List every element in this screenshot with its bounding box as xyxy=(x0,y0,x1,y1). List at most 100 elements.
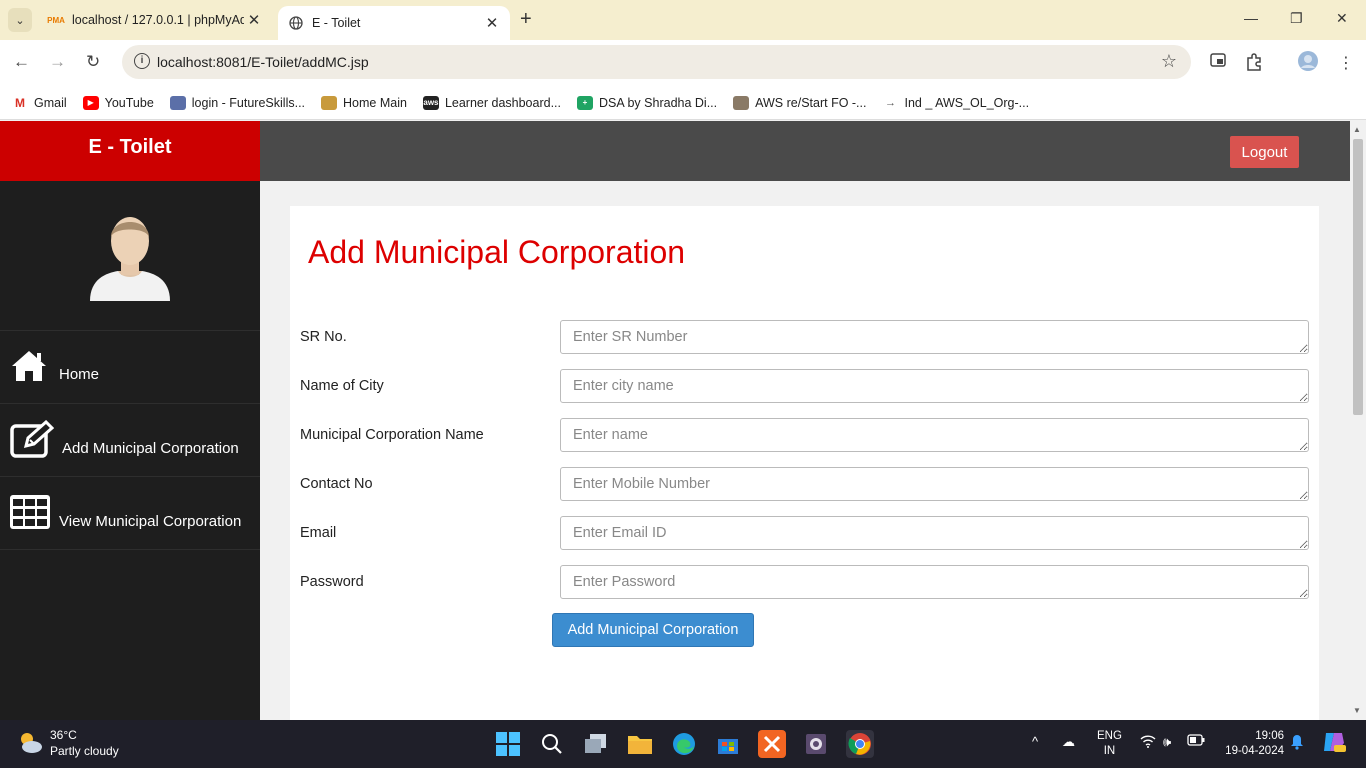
menu-kebab-icon[interactable]: ⋮ xyxy=(1338,53,1354,73)
site-info-icon[interactable]: i xyxy=(134,53,150,69)
tab-e-toilet[interactable]: E - Toilet ✕ xyxy=(278,6,510,40)
battery-icon[interactable] xyxy=(1187,734,1205,749)
minimize-icon[interactable]: — xyxy=(1244,10,1258,26)
bookmark-label: Learner dashboard... xyxy=(444,95,561,110)
file-explorer-icon[interactable] xyxy=(626,730,654,758)
microsoft-store-icon[interactable] xyxy=(714,730,742,758)
tab-search-button[interactable]: ⌄ xyxy=(8,8,32,32)
bookmark-label: AWS re/Start FO -... xyxy=(755,95,867,110)
scroll-up-icon[interactable]: ▲ xyxy=(1353,125,1361,134)
show-hidden-icons-icon[interactable]: ^ xyxy=(1032,734,1038,749)
clock-time: 19:06 xyxy=(1255,730,1284,742)
bookmark-ind-aws[interactable]: → Ind _ AWS_OL_Org-... xyxy=(882,96,1029,110)
partly-cloudy-icon[interactable] xyxy=(16,728,44,756)
table-icon xyxy=(10,495,50,529)
main-content: Add Municipal Corporation SR No. Name of… xyxy=(260,181,1350,720)
profile-avatar[interactable] xyxy=(1297,50,1319,77)
edge-icon[interactable] xyxy=(670,730,698,758)
bookmark-home-main[interactable]: Home Main xyxy=(321,95,407,110)
volume-icon[interactable]: 🕪 xyxy=(1163,734,1171,750)
sidebar-item-view-municipal-corporation[interactable]: View Municipal Corporation xyxy=(0,477,260,550)
close-icon[interactable]: ✕ xyxy=(244,11,264,29)
tab-phpmyadmin[interactable]: PMA localhost / 127.0.0.1 | phpMyAdmin ✕ xyxy=(40,0,272,40)
scroll-down-icon[interactable]: ▼ xyxy=(1353,706,1361,715)
sr-no-input[interactable] xyxy=(560,320,1309,354)
search-icon[interactable] xyxy=(538,730,566,758)
bookmark-dsa[interactable]: + DSA by Shradha Di... xyxy=(577,95,718,110)
password-input[interactable] xyxy=(560,565,1309,599)
close-icon[interactable]: ✕ xyxy=(482,14,502,32)
onedrive-icon[interactable]: ☁ xyxy=(1062,734,1075,750)
city-input[interactable] xyxy=(560,369,1309,403)
sidebar-item-home[interactable]: Home xyxy=(0,331,260,404)
aws-restart-icon xyxy=(733,95,750,110)
picture-in-picture-icon[interactable] xyxy=(1210,53,1226,72)
add-municipal-corporation-button[interactable]: Add Municipal Corporation xyxy=(552,613,754,647)
page-title: Add Municipal Corporation xyxy=(308,234,686,270)
sidebar-item-label: Add Municipal Corporation xyxy=(62,440,239,457)
app-viewport: E - Toilet Home Add Municipal Corporatio… xyxy=(0,121,1350,720)
bookmark-youtube[interactable]: ▶ YouTube xyxy=(82,95,154,110)
weather-temperature[interactable]: 36°C xyxy=(50,728,77,742)
bookmark-label: YouTube xyxy=(104,95,154,110)
logout-button[interactable]: Logout xyxy=(1230,136,1299,168)
bookmark-label: Ind _ AWS_OL_Org-... xyxy=(904,95,1030,110)
forward-icon[interactable]: → xyxy=(49,52,66,72)
globe-icon xyxy=(288,15,304,31)
xampp-icon[interactable] xyxy=(758,730,786,758)
address-bar[interactable]: i localhost:8081/E-Toilet/addMC.jsp ☆ xyxy=(122,45,1191,79)
sidebar: E - Toilet Home Add Municipal Corporatio… xyxy=(0,121,260,720)
aws-icon: aws xyxy=(422,95,439,110)
back-icon[interactable]: ← xyxy=(13,52,30,72)
clock-date: 19-04-2024 xyxy=(1225,745,1284,757)
bookmark-label: Home Main xyxy=(343,95,407,110)
weather-description[interactable]: Partly cloudy xyxy=(50,744,119,758)
form-card: Add Municipal Corporation SR No. Name of… xyxy=(290,206,1319,720)
email-input[interactable] xyxy=(560,516,1309,550)
chrome-icon[interactable] xyxy=(846,730,874,758)
corporation-name-label: Municipal Corporation Name xyxy=(300,427,484,443)
clock[interactable]: 19:06 19-04-2024 xyxy=(1218,729,1284,759)
eclipse-ide-icon[interactable] xyxy=(802,730,830,758)
bookmark-star-icon[interactable]: ☆ xyxy=(1161,51,1177,72)
futureskills-icon xyxy=(169,95,186,110)
tab-title: E - Toilet xyxy=(312,16,361,30)
region-code: IN xyxy=(1103,745,1116,757)
bookmark-learner-dashboard[interactable]: aws Learner dashboard... xyxy=(422,95,561,110)
bookmark-futureskills[interactable]: login - FutureSkills... xyxy=(169,95,305,110)
email-label: Email xyxy=(300,525,337,541)
sheets-icon: + xyxy=(577,95,593,110)
scroll-thumb[interactable] xyxy=(1353,139,1363,415)
form-row-password: Password xyxy=(290,565,1319,623)
corporation-name-input[interactable] xyxy=(560,418,1309,452)
bookmark-label: Gmail xyxy=(34,95,67,110)
password-label: Password xyxy=(300,574,364,590)
sidebar-item-label: View Municipal Corporation xyxy=(59,513,242,530)
browser-toolbar: ← → ↻ i localhost:8081/E-Toilet/addMC.js… xyxy=(0,40,1366,86)
window-close-icon[interactable]: ✕ xyxy=(1336,10,1348,27)
new-tab-icon[interactable]: + xyxy=(520,8,532,31)
top-bar: Logout xyxy=(260,121,1350,181)
restore-icon[interactable]: ❐ xyxy=(1290,10,1303,27)
task-view-icon[interactable] xyxy=(582,730,610,758)
bookmark-gmail[interactable]: M Gmail xyxy=(12,95,67,110)
edit-icon xyxy=(10,420,54,458)
reload-icon[interactable]: ↻ xyxy=(86,52,100,72)
youtube-icon: ▶ xyxy=(82,95,99,110)
extensions-icon[interactable] xyxy=(1245,53,1263,76)
user-avatar-icon xyxy=(90,217,170,301)
wifi-icon[interactable] xyxy=(1140,734,1156,751)
url-text[interactable]: localhost:8081/E-Toilet/addMC.jsp xyxy=(157,54,369,70)
home-icon xyxy=(12,351,46,381)
notifications-bell-icon[interactable] xyxy=(1290,734,1304,753)
language-indicator[interactable]: ENG IN xyxy=(1097,729,1122,759)
page-scrollbar[interactable]: ▲ ▼ xyxy=(1350,121,1366,720)
contact-input[interactable] xyxy=(560,467,1309,501)
pma-favicon-icon: PMA xyxy=(47,15,65,25)
bookmark-aws-restart[interactable]: AWS re/Start FO -... xyxy=(733,95,867,110)
city-label: Name of City xyxy=(300,378,384,394)
copilot-icon[interactable] xyxy=(1322,731,1346,756)
windows-start-icon[interactable] xyxy=(494,730,522,758)
bookmark-label: DSA by Shradha Di... xyxy=(599,95,718,110)
sidebar-item-add-municipal-corporation[interactable]: Add Municipal Corporation xyxy=(0,404,260,477)
